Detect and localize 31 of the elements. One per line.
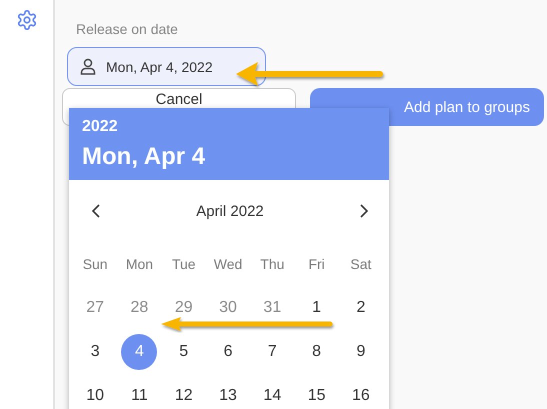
weekday-label: Fri [308,255,325,274]
weekday-label: Mon [126,255,154,274]
calendar-day[interactable]: 16 [342,378,379,409]
chevron-right-icon [358,204,369,218]
calendar-day[interactable]: 15 [298,378,335,409]
calendar-day[interactable]: 2 [342,290,379,326]
weekday-label: Sat [350,255,372,274]
calendar-day[interactable]: 14 [254,378,290,409]
month-title: April 2022 [196,202,264,220]
calendar-day[interactable]: 9 [342,334,379,370]
calendar-day[interactable]: 3 [77,334,114,370]
person-icon [80,58,96,75]
weekday-label: Thu [260,255,284,274]
calendar-day[interactable]: 10 [77,378,114,409]
calendar-day[interactable]: 7 [254,334,290,370]
calendar-day[interactable]: 13 [210,378,246,409]
settings-icon[interactable] [16,9,38,31]
date-value: Mon, Apr 4, 2022 [106,58,213,74]
field-label: Release on date [76,20,179,39]
calendar-day[interactable]: 12 [166,378,202,409]
calendar-day[interactable]: 11 [121,378,158,409]
weekday-label: Tue [172,255,196,274]
weekday-label: Wed [214,255,242,274]
calendar-day[interactable]: 6 [210,334,246,370]
chevron-left-icon [91,204,101,218]
calendar-day[interactable]: 1 [298,290,335,326]
date-field[interactable]: Mon, Apr 4, 2022 [67,47,266,86]
calendar-day[interactable]: 5 [166,334,202,370]
selected-date: Mon, Apr 4 [82,142,206,172]
calendar-day[interactable]: 8 [298,334,335,370]
weekday-label: Sun [82,255,108,274]
